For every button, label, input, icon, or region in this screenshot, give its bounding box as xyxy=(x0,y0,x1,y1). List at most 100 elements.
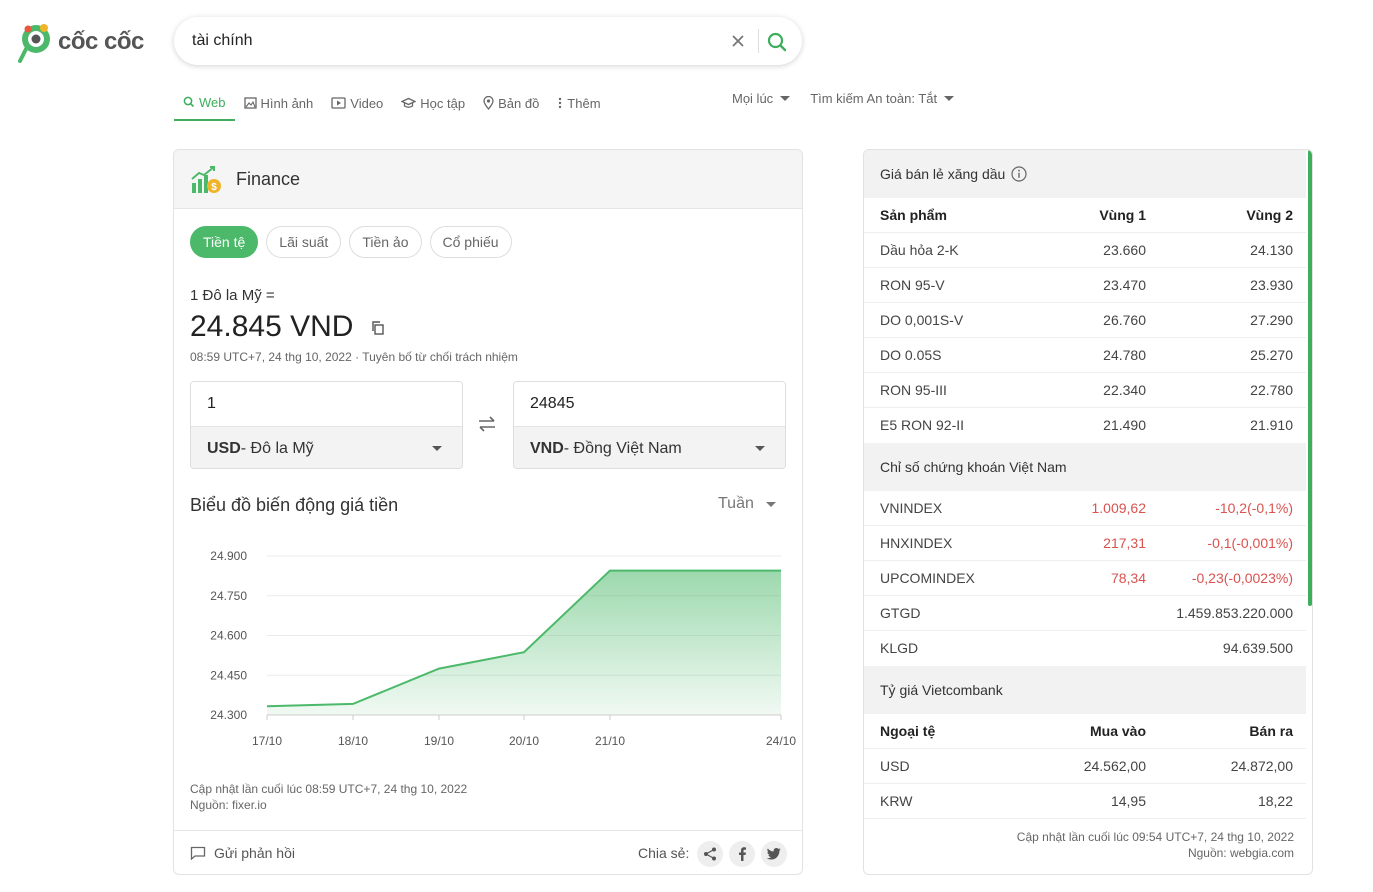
fx-updated: Cập nhật lần cuối lúc 09:54 UTC+7, 24 th… xyxy=(1016,830,1294,844)
logo-text: cốc cốc xyxy=(58,28,144,55)
tab-images[interactable]: Hình ảnh xyxy=(235,85,323,121)
fx-sell: 18,22 xyxy=(1257,793,1293,809)
caret-down-icon xyxy=(432,446,442,451)
time-filter[interactable]: Mọi lúc xyxy=(732,85,791,111)
pill-interest[interactable]: Lãi suất xyxy=(266,226,342,258)
fuel-zone1-price: 21.490 xyxy=(1103,417,1146,433)
stock-index-change: -0,1(-0,001%) xyxy=(1207,535,1293,551)
rate-value: 24.845 VND xyxy=(190,310,354,343)
exchange-rate-chart: 24.900 24.750 24.600 24.450 24.300 17/10 18/10… xyxy=(210,549,796,748)
to-currency-code: VND xyxy=(530,439,564,457)
fuel-col-zone1: Vùng 1 xyxy=(1099,207,1146,223)
area-fill xyxy=(267,570,781,715)
tab-learning[interactable]: Học tập xyxy=(392,85,474,121)
y-tick-label: 24.900 xyxy=(210,549,247,563)
tab-maps[interactable]: Bản đồ xyxy=(474,85,548,121)
safe-search-filter[interactable]: Tìm kiếm An toàn: Tắt xyxy=(810,85,955,111)
search-icon[interactable] xyxy=(764,29,790,55)
stock-index-name: UPCOMINDEX xyxy=(880,570,975,586)
fx-col-sell: Bán ra xyxy=(1249,723,1293,739)
fuel-product: DO 0.05S xyxy=(880,347,942,363)
fuel-col-product: Sản phẩm xyxy=(880,207,947,223)
search-filters: Mọi lúc Tìm kiếm An toàn: Tắt xyxy=(732,85,974,111)
facebook-share-button[interactable] xyxy=(729,841,755,867)
to-amount-input[interactable] xyxy=(514,382,785,426)
fuel-zone1-price: 24.780 xyxy=(1103,347,1146,363)
coccoc-logo-icon xyxy=(18,24,50,63)
finance-card: $ Finance Tiền tệ Lãi suất Tiền ảo Cổ ph… xyxy=(173,149,803,875)
period-select[interactable]: Tuần xyxy=(718,495,776,513)
fx-col-buy: Mua vào xyxy=(1089,723,1146,739)
pill-currency[interactable]: Tiền tệ xyxy=(190,226,259,258)
table-row: KRW 14,95 18,22 xyxy=(864,784,1306,819)
table-row: E5 RON 92-II 21.490 21.910 xyxy=(864,408,1306,443)
coccoc-logo[interactable]: cốc cốc xyxy=(18,20,158,64)
fx-currency: USD xyxy=(880,758,910,774)
tab-label: Video xyxy=(350,95,384,111)
x-tick-label: 19/10 xyxy=(424,734,454,748)
from-converter: USD - Đô la Mỹ xyxy=(190,381,463,469)
to-currency-name: - Đồng Việt Nam xyxy=(563,439,682,457)
comment-icon xyxy=(190,846,206,860)
fx-sell: 24.872,00 xyxy=(1230,758,1293,774)
from-amount-input[interactable] xyxy=(191,382,462,426)
x-tick-label: 18/10 xyxy=(338,734,368,748)
time-filter-label: Mọi lúc xyxy=(732,90,774,106)
fuel-zone1-price: 22.340 xyxy=(1103,382,1146,398)
share-icon xyxy=(704,847,716,861)
stocks-section-header: Chỉ số chứng khoán Việt Nam xyxy=(864,443,1306,491)
feedback-button[interactable]: Gửi phản hồi xyxy=(190,845,295,861)
y-tick-label: 24.450 xyxy=(210,668,247,682)
table-row: GTGD 1.459.853.220.000 xyxy=(864,596,1306,631)
caret-down-icon xyxy=(765,501,776,507)
tab-more[interactable]: Thêm xyxy=(548,85,609,121)
search-divider xyxy=(758,29,759,53)
tab-web[interactable]: Web xyxy=(174,85,235,121)
copy-icon[interactable] xyxy=(370,320,386,336)
fx-buy: 14,95 xyxy=(1110,793,1146,809)
fuel-zone1-price: 26.760 xyxy=(1103,312,1146,328)
table-row: DO 0.05S 24.780 25.270 xyxy=(864,338,1306,373)
pill-crypto[interactable]: Tiền ảo xyxy=(349,226,422,258)
fuel-product: RON 95-V xyxy=(880,277,945,293)
x-tick-label: 20/10 xyxy=(509,734,539,748)
fuel-zone2-price: 27.290 xyxy=(1250,312,1293,328)
tab-label: Hình ảnh xyxy=(260,95,314,111)
fuel-product: Dầu hỏa 2-K xyxy=(880,242,959,258)
search-input[interactable] xyxy=(192,17,712,65)
table-row: RON 95-III 22.340 22.780 xyxy=(864,373,1306,408)
caret-down-icon xyxy=(944,95,955,101)
search-tabs: Web Hình ảnh Video Học tập Bản đồ Thêm xyxy=(174,85,610,121)
from-currency-select[interactable]: USD - Đô la Mỹ xyxy=(191,426,462,468)
twitter-share-button[interactable] xyxy=(761,841,787,867)
tab-label: Web xyxy=(199,94,226,110)
close-icon[interactable] xyxy=(728,31,748,51)
info-icon[interactable] xyxy=(1011,166,1027,182)
chart-title: Biểu đồ biến động giá tiền xyxy=(190,495,399,515)
graduation-cap-icon xyxy=(401,97,417,108)
x-tick-label: 17/10 xyxy=(252,734,282,748)
table-row: KLGD 94.639.500 xyxy=(864,631,1306,666)
swap-icon[interactable] xyxy=(476,415,498,433)
tab-video[interactable]: Video xyxy=(322,85,392,121)
search-box xyxy=(174,17,802,65)
search-icon xyxy=(183,96,195,108)
chart-updated: Cập nhật lần cuối lúc 08:59 UTC+7, 24 th… xyxy=(190,782,468,796)
fuel-zone2-price: 25.270 xyxy=(1250,347,1293,363)
image-icon xyxy=(243,97,257,109)
twitter-icon xyxy=(767,848,781,860)
fuel-zone2-price: 23.930 xyxy=(1250,277,1293,293)
panel-scrollbar[interactable] xyxy=(1308,150,1312,606)
map-pin-icon xyxy=(483,96,494,110)
fuel-product: RON 95-III xyxy=(880,382,947,398)
table-row: Dầu hỏa 2-K 23.660 24.130 xyxy=(864,233,1306,268)
fx-buy: 24.562,00 xyxy=(1083,758,1146,774)
fx-col-currency: Ngoại tệ xyxy=(880,723,936,739)
fx-meta: Cập nhật lần cuối lúc 09:54 UTC+7, 24 th… xyxy=(1017,829,1294,861)
pill-stocks[interactable]: Cổ phiếu xyxy=(429,226,512,258)
stock-index-value: 217,31 xyxy=(1103,535,1146,551)
to-currency-select[interactable]: VND - Đồng Việt Nam xyxy=(514,426,785,468)
table-row: DO 0,001S-V 26.760 27.290 xyxy=(864,303,1306,338)
share-button[interactable] xyxy=(697,841,723,867)
stock-metric-value: 94.639.500 xyxy=(1222,640,1293,656)
